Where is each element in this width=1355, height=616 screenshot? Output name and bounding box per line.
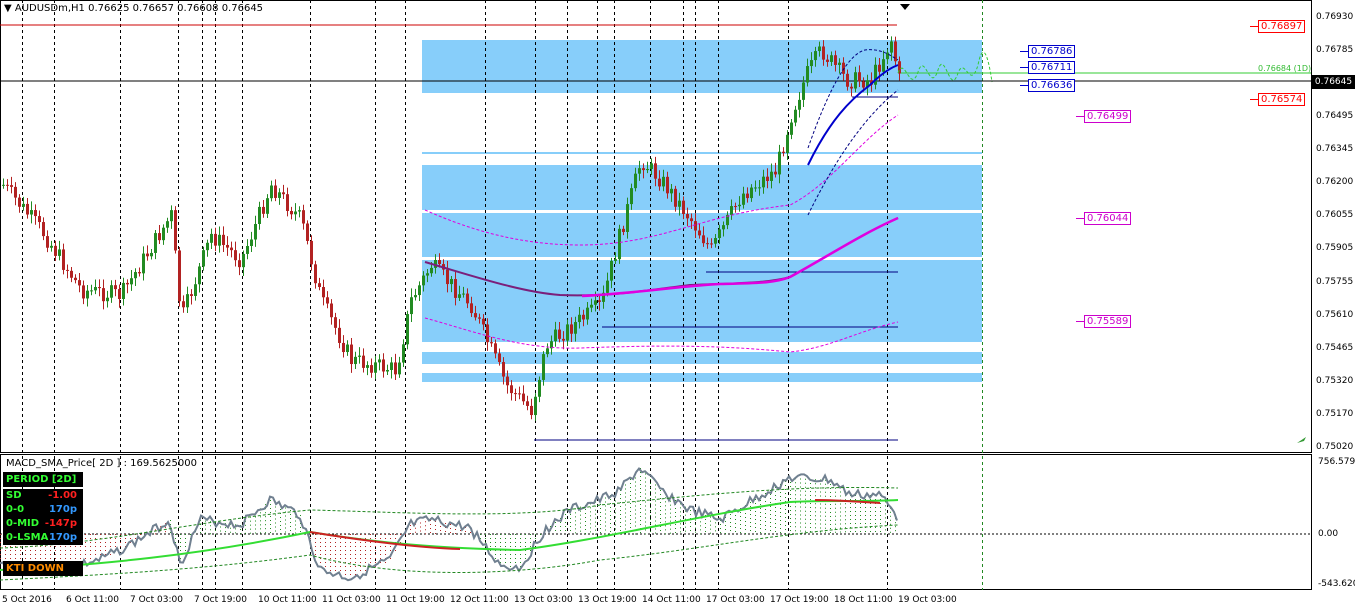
time-tick: 13 Oct 03:00 (514, 595, 573, 605)
current-price-label: 0.76645 (1312, 75, 1355, 89)
zone-upper (422, 165, 982, 210)
level-tick (1076, 321, 1084, 322)
price-tick: 0.76345 (1316, 144, 1354, 154)
signal-line (0, 499, 899, 571)
time-tick: 19 Oct 03:00 (898, 595, 957, 605)
level-tick (1250, 99, 1258, 100)
level-tick (1076, 116, 1084, 117)
panel-row-value: 170p (48, 532, 77, 543)
blue-level-tick (1020, 67, 1028, 68)
period-box: PERIOD [2D] (3, 472, 83, 487)
time-tick: 18 Oct 11:00 (834, 595, 893, 605)
blue-level-tick (1020, 85, 1028, 86)
time-tick: 11 Oct 19:00 (386, 595, 445, 605)
price-tick: 0.76200 (1316, 177, 1354, 187)
panel-row: 0-LSMA 170p (3, 531, 83, 545)
indicator-tick: 756.5791 (1318, 457, 1355, 467)
chart-shift-marker[interactable] (900, 4, 910, 10)
signal-box: KTI DOWN (3, 561, 83, 576)
price-tick: 0.75755 (1316, 277, 1354, 287)
level-label: 0.75589 (1084, 315, 1132, 328)
time-tick: 5 Oct 2016 (2, 595, 52, 605)
symbol-title: AUDUSDm,H1 (14, 3, 85, 14)
zone-thin-1 (422, 352, 982, 364)
indicator-band-lower (0, 524, 899, 581)
time-tick: 7 Oct 03:00 (130, 595, 183, 605)
panel-row: 0-0 170p (3, 503, 83, 517)
price-tick: 0.75320 (1316, 376, 1354, 386)
level-label: 0.76897 (1258, 20, 1306, 33)
time-tick: 14 Oct 11:00 (642, 595, 701, 605)
price-tick: 0.75020 (1316, 442, 1354, 452)
pencil-icon[interactable] (1297, 437, 1306, 443)
price-tick: 0.76495 (1316, 111, 1354, 121)
macd-line (0, 467, 898, 582)
time-tick: 10 Oct 11:00 (258, 595, 317, 605)
blue-level-tick (1020, 51, 1028, 52)
projection-label: 0.76684 (1D) (1258, 64, 1312, 73)
price-tick: 0.75170 (1316, 409, 1354, 419)
panel-row-value: -147p (44, 518, 77, 529)
blue-level-label: 0.76636 (1028, 79, 1076, 92)
level-tick (1250, 26, 1258, 27)
price-tick: 0.75905 (1316, 243, 1354, 253)
time-tick: 6 Oct 11:00 (66, 595, 119, 605)
time-tick: 13 Oct 19:00 (578, 595, 637, 605)
signal-label: KTI DOWN (6, 563, 64, 574)
blue-level-label: 0.76711 (1028, 61, 1076, 74)
price-tick: 0.76930 (1316, 12, 1354, 22)
supply-demand-zones (422, 40, 982, 382)
level-label: 0.76044 (1084, 212, 1132, 225)
blue-level-label: 0.76786 (1028, 45, 1076, 58)
indicator-frame (0, 454, 1312, 590)
level-label: 0.76574 (1258, 93, 1306, 106)
panel-row-value: -1.00 (48, 490, 77, 501)
ohlc-values: 0.76625 0.76657 0.76608 0.76645 (88, 3, 264, 14)
indicator-tick: 0.00 (1318, 529, 1339, 539)
price-tick: 0.75610 (1316, 310, 1354, 320)
indicator-tick: -543.6200 (1318, 579, 1355, 589)
time-tick: 7 Oct 19:00 (194, 595, 247, 605)
panel-row-value: 170p (48, 504, 77, 515)
time-tick: 11 Oct 03:00 (322, 595, 381, 605)
level-tick (1076, 218, 1084, 219)
panel-row: 0-MID -147p (3, 517, 83, 531)
symbol-header: ▼ AUDUSDm,H1 0.76625 0.76657 0.76608 0.7… (4, 3, 263, 14)
price-tick: 0.76055 (1316, 210, 1354, 220)
panel-row-key: 0-0 (6, 504, 25, 515)
collapse-icon[interactable]: ▼ (4, 3, 15, 14)
chart-canvas[interactable] (0, 0, 1355, 616)
panel-row-key: 0-LSMA (6, 532, 49, 543)
period-label: PERIOD [2D] (6, 474, 77, 485)
time-tick: 12 Oct 11:00 (450, 595, 509, 605)
panel-row: SD -1.00 (3, 489, 83, 503)
price-tick: 0.75465 (1316, 343, 1354, 353)
time-tick: 17 Oct 19:00 (770, 595, 829, 605)
level-label: 0.76499 (1084, 110, 1132, 123)
panel-row-key: SD (6, 490, 22, 501)
time-tick: 17 Oct 03:00 (706, 595, 765, 605)
zone-mid (422, 213, 982, 257)
panel-row-key: 0-MID (6, 518, 40, 529)
indicator-title: MACD_SMA_Price[ 2D ] : 169.5625000 (6, 458, 197, 469)
price-tick: 0.76785 (1316, 45, 1354, 55)
